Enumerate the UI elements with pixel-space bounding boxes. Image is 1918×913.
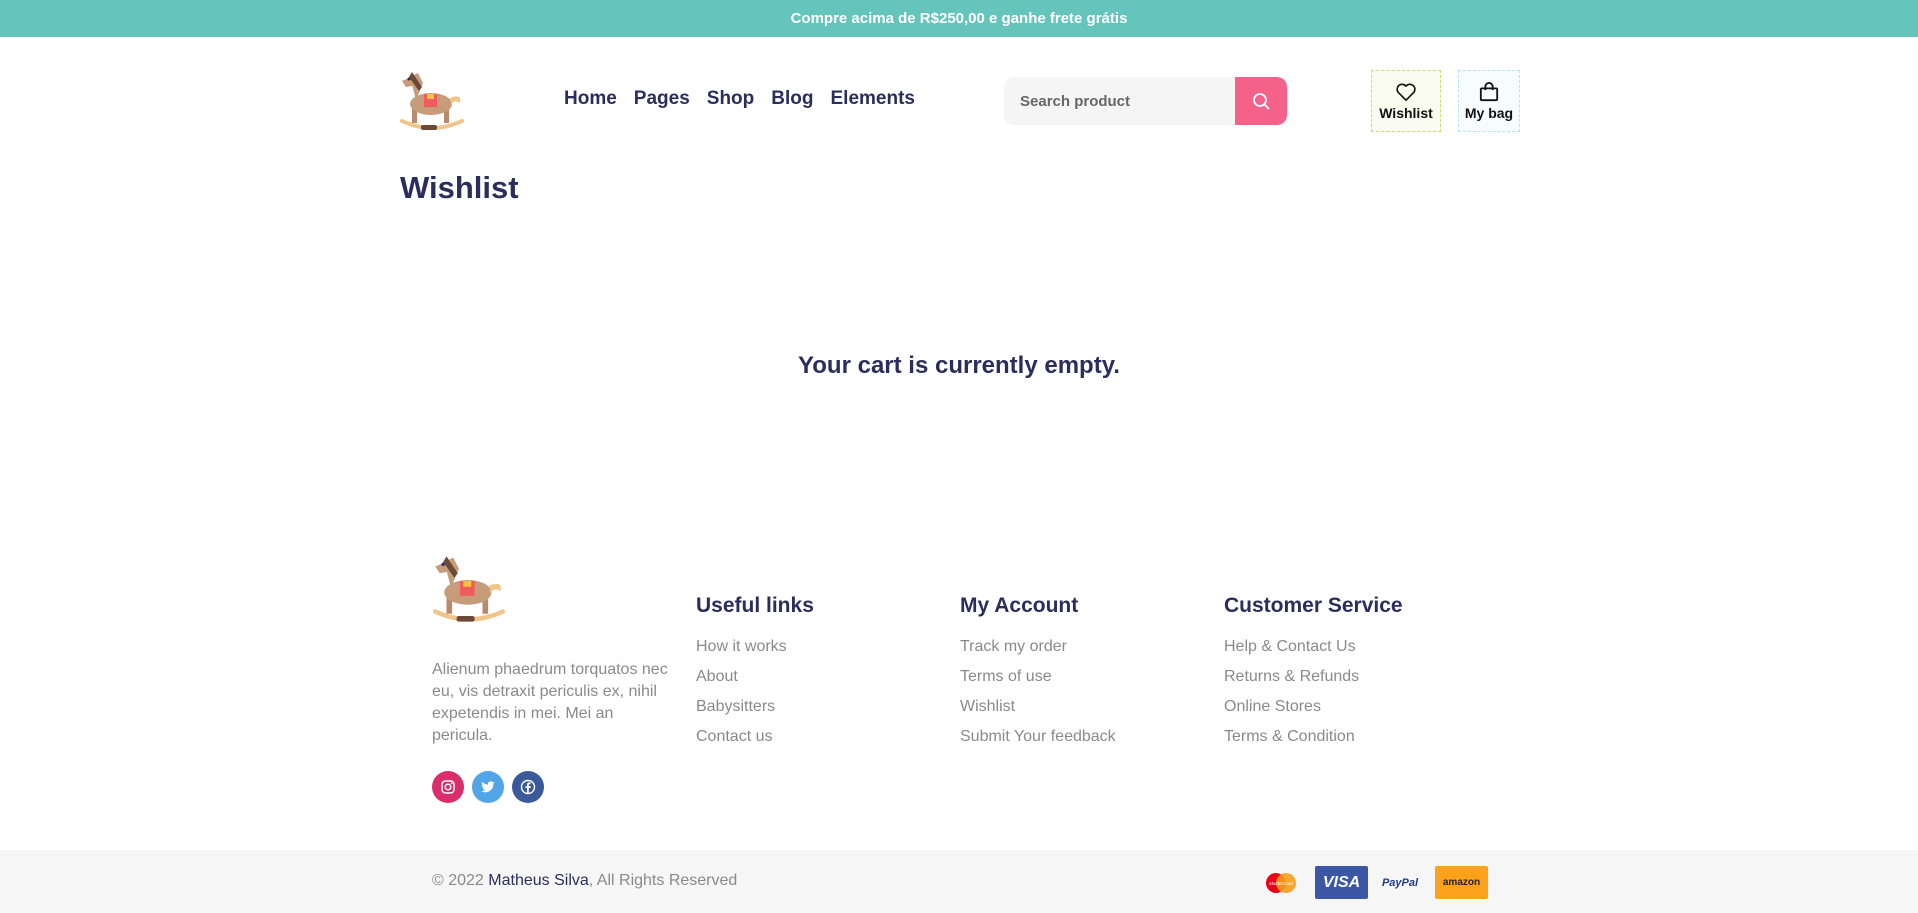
author-link[interactable]: Matheus Silva bbox=[488, 872, 589, 889]
footer-link[interactable]: Help & Contact Us bbox=[1224, 632, 1403, 662]
visa-badge: VISA bbox=[1315, 866, 1368, 899]
footer-link[interactable]: About bbox=[696, 662, 814, 692]
twitter-icon bbox=[481, 781, 495, 793]
promo-text: Compre acima de R$250,00 e ganhe frete g… bbox=[790, 10, 1128, 27]
wishlist-label: Wishlist bbox=[1379, 104, 1433, 121]
facebook-icon bbox=[520, 779, 536, 795]
promo-bar: Compre acima de R$250,00 e ganhe frete g… bbox=[0, 0, 1918, 37]
footer-link[interactable]: Online Stores bbox=[1224, 692, 1403, 722]
mastercard-icon: MasterCard bbox=[1266, 873, 1296, 893]
footer-link[interactable]: Contact us bbox=[696, 722, 814, 752]
footer-logo[interactable] bbox=[430, 553, 508, 625]
rocking-horse-icon bbox=[433, 556, 505, 622]
nav-shop[interactable]: Shop bbox=[707, 88, 755, 110]
search-button[interactable] bbox=[1235, 77, 1287, 125]
nav-elements[interactable]: Elements bbox=[831, 88, 915, 110]
footer-link[interactable]: Returns & Refunds bbox=[1224, 662, 1403, 692]
heart-icon bbox=[1396, 83, 1416, 101]
nav-pages[interactable]: Pages bbox=[634, 88, 690, 110]
logo[interactable] bbox=[398, 69, 466, 133]
footer-col-customer-service: Customer Service Help & Contact Us Retur… bbox=[1224, 594, 1403, 752]
footer-col-title: Useful links bbox=[696, 594, 814, 617]
amazon-badge: amazon bbox=[1435, 866, 1488, 899]
footer-link[interactable]: Babysitters bbox=[696, 692, 814, 722]
footer-col-my-account: My Account Track my order Terms of use W… bbox=[960, 594, 1116, 752]
mastercard-badge: MasterCard bbox=[1263, 870, 1299, 896]
footer-description: Alienum phaedrum torquatos nec eu, vis d… bbox=[432, 661, 668, 744]
nav-home[interactable]: Home bbox=[564, 88, 617, 110]
copyright-suffix: , All Rights Reserved bbox=[588, 872, 738, 889]
empty-cart-message: Your cart is currently empty. bbox=[798, 352, 1120, 379]
copyright: © 2022 Matheus Silva, All Rights Reserve… bbox=[432, 872, 737, 890]
instagram-icon bbox=[441, 780, 455, 794]
search-icon bbox=[1253, 93, 1270, 110]
search-box bbox=[1004, 77, 1287, 125]
footer-col-title: My Account bbox=[960, 594, 1079, 617]
copyright-prefix: © 2022 bbox=[432, 872, 489, 889]
footer-link[interactable]: How it works bbox=[696, 632, 814, 662]
footer-link[interactable]: Terms of use bbox=[960, 662, 1116, 692]
bag-label: My bag bbox=[1464, 104, 1514, 121]
facebook-button[interactable] bbox=[512, 771, 544, 803]
twitter-button[interactable] bbox=[472, 771, 504, 803]
nav-blog[interactable]: Blog bbox=[771, 88, 813, 110]
footer-col-useful-links: Useful links How it works About Babysitt… bbox=[696, 594, 814, 752]
page-title: Wishlist bbox=[400, 170, 519, 205]
footer-col-title: Customer Service bbox=[1224, 594, 1403, 617]
mastercard-text: MasterCard bbox=[1269, 881, 1293, 886]
rocking-horse-icon bbox=[400, 72, 464, 130]
bag-button[interactable]: My bag bbox=[1458, 70, 1520, 132]
instagram-button[interactable] bbox=[432, 771, 464, 803]
footer-link[interactable]: Submit Your feedback bbox=[960, 722, 1116, 752]
paypal-badge: PayPal bbox=[1381, 876, 1419, 889]
wishlist-button[interactable]: Wishlist bbox=[1371, 70, 1441, 132]
bottom-bar bbox=[0, 850, 1918, 913]
footer-link[interactable]: Terms & Condition bbox=[1224, 722, 1403, 752]
footer-link[interactable]: Wishlist bbox=[960, 692, 1116, 722]
footer-link[interactable]: Track my order bbox=[960, 632, 1116, 662]
bag-icon bbox=[1479, 81, 1499, 101]
main-nav: Home Pages Shop Blog Elements bbox=[564, 88, 915, 110]
search-input[interactable] bbox=[1004, 77, 1234, 125]
